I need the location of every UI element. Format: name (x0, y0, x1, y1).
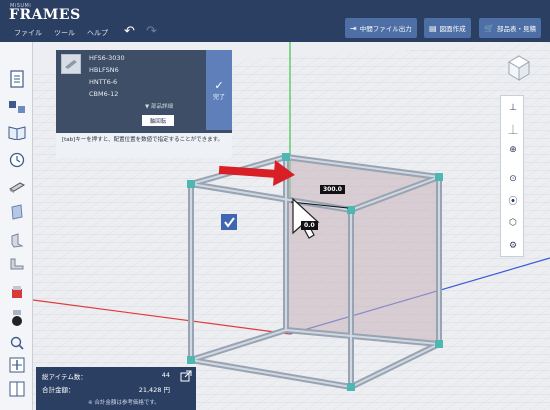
part-list: HFS6-3030 HBLFSN6 HNTT6-6 CBM6-12 (89, 52, 125, 100)
document-icon[interactable] (6, 69, 28, 89)
list-item: HNTT6-6 (89, 78, 118, 86)
iso-view-icon[interactable]: ⬡ (505, 215, 521, 231)
history-icon[interactable] (6, 150, 28, 170)
settings-icon[interactable]: ⚙ (505, 238, 521, 254)
plate-part-icon[interactable] (6, 202, 28, 222)
placement-checkbox[interactable] (221, 214, 237, 230)
list-item: HBLFSN6 (89, 66, 119, 74)
total-price-value: 21,428 円 (138, 386, 170, 394)
app-header: MiSUMi FRAMES ファイル ツール ヘルプ ↶ ↷ ⇥ 中間ファイル出… (0, 0, 550, 42)
create-drawing-button[interactable]: ▤ 図面作成 (424, 18, 471, 38)
fit-view-icon[interactable]: ⊙ (505, 171, 521, 187)
bom-quote-button[interactable]: 🛒 部品表・見積 (479, 18, 541, 38)
fit-selection-icon[interactable]: ⦿ (505, 192, 521, 208)
align-icon[interactable] (6, 355, 28, 375)
bracket-part-icon[interactable] (6, 230, 28, 250)
cover-part-icon[interactable] (6, 282, 28, 302)
cart-icon: 🛒 (484, 23, 494, 33)
export-icon: ⇥ (350, 23, 357, 33)
menu-file[interactable]: ファイル (14, 28, 42, 38)
caster-part-icon[interactable] (6, 308, 28, 328)
dimension-label: 300.0 (320, 185, 345, 194)
left-toolbar (0, 42, 33, 410)
view-top-icon[interactable]: ⊥ (505, 100, 521, 116)
extrusion-part-icon[interactable] (6, 177, 28, 197)
axis-rotate-button[interactable]: 軸回転 (142, 115, 174, 126)
hint-text: [tab]キーを押すと、配置位置を数値で指定することができます。 (56, 133, 232, 158)
arrange-icon[interactable] (6, 97, 28, 117)
drawing-icon: ▤ (429, 23, 437, 33)
price-note: ※ 合計金額は参考価格です。 (88, 400, 160, 406)
total-items-value: 44 (161, 371, 170, 379)
dimension-input-label[interactable]: 0.0 (301, 221, 318, 230)
view-front-icon[interactable]: ⏊ (505, 121, 521, 137)
total-items-label: 総アイテム数： (42, 373, 87, 381)
summary-panel: 総アイテム数： 44 合計金額： 21,428 円 ※ 合計金額は参考価格です。 (36, 367, 196, 410)
catalog-book-icon[interactable] (6, 122, 28, 142)
angle-part-icon[interactable] (6, 255, 28, 275)
split-view-icon[interactable] (6, 379, 28, 399)
menu-tools[interactable]: ツール (54, 28, 75, 38)
zoom-icon[interactable]: ⊕ (505, 142, 521, 158)
external-link-icon[interactable] (178, 368, 194, 384)
part-thumbnail (61, 54, 81, 74)
export-file-button[interactable]: ⇥ 中間ファイル出力 (345, 18, 417, 38)
menu-bar: ファイル ツール ヘルプ (14, 28, 108, 38)
search-icon[interactable] (6, 333, 28, 353)
check-icon: ✓ (214, 79, 224, 92)
undo-icon[interactable]: ↶ (124, 25, 135, 38)
app-logo: FRAMES (9, 7, 81, 23)
total-price-label: 合計金額： (42, 386, 75, 394)
done-button[interactable]: ✓ 完了 (206, 50, 232, 130)
list-item: HFS6-3030 (89, 54, 125, 62)
redo-icon[interactable]: ↷ (146, 25, 157, 38)
right-toolbar: ⊥ ⏊ ⊕ ⊙ ⦿ ⬡ ⚙ (500, 95, 524, 257)
list-item: CBM6-12 (89, 90, 119, 98)
menu-help[interactable]: ヘルプ (87, 28, 108, 38)
